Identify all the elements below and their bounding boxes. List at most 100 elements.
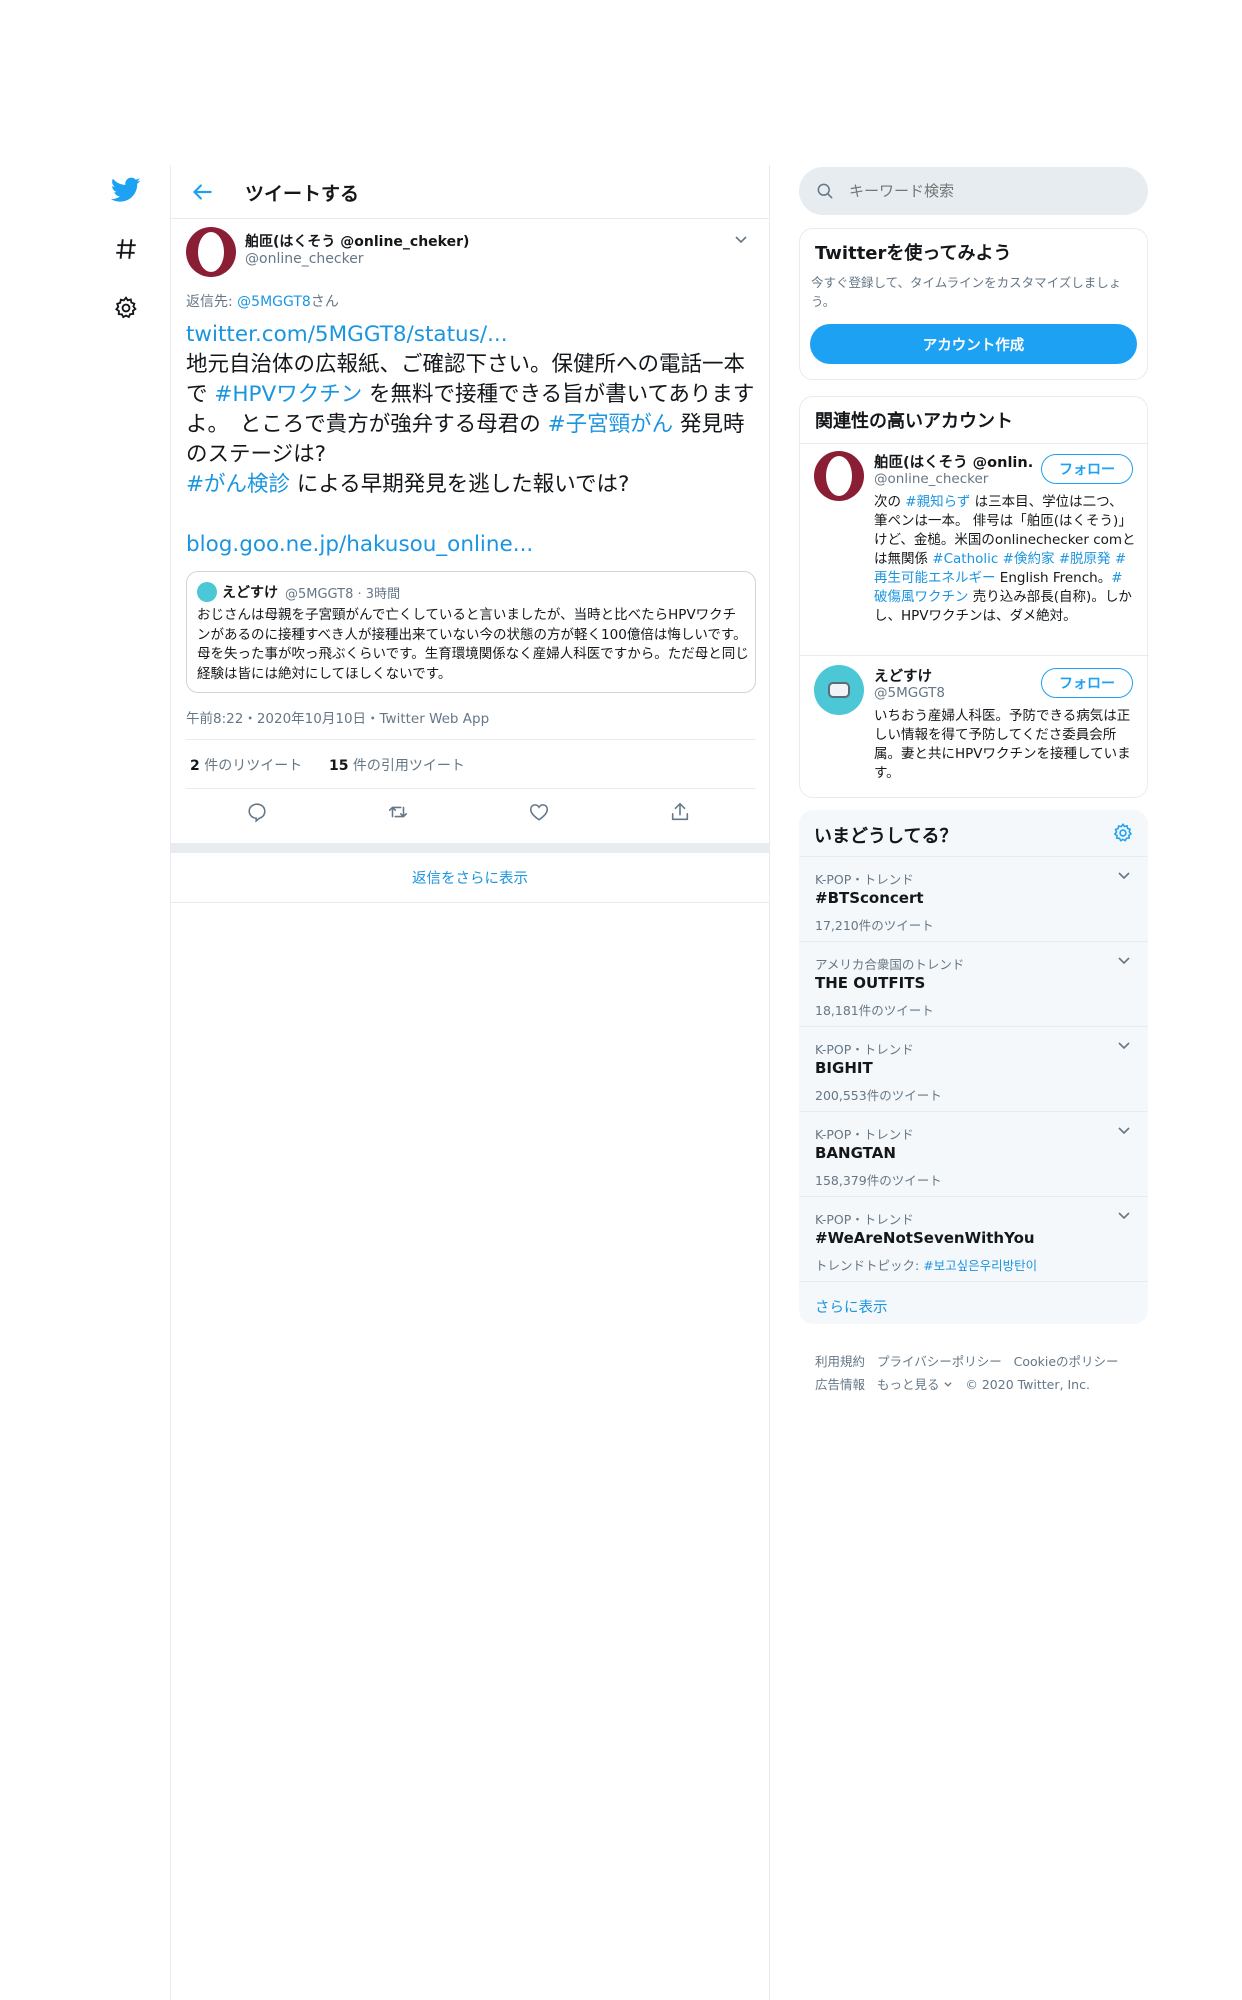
trend-item[interactable]: K-POP・トレンド BANGTAN 158,379件のツイート (799, 1112, 1148, 1197)
tweet-text: twitter.com/5MGGT8/status/... 地元自治体の広報紙、… (186, 322, 755, 557)
bio-text: 次の (874, 494, 906, 510)
chevron-down-icon[interactable] (1116, 867, 1132, 883)
footer-copyright: © 2020 Twitter, Inc. (965, 1377, 1090, 1392)
author-name[interactable]: 舶匝(はくそう @online_cheker) (245, 231, 469, 251)
chevron-down-icon[interactable] (1116, 1207, 1132, 1223)
avatar[interactable] (186, 227, 236, 277)
trends-card: いまどうしてる？ K-POP・トレンド #BTSconcert 17,210件の… (799, 810, 1148, 1324)
share-icon[interactable] (665, 797, 695, 827)
trend-meta: K-POP・トレンド (815, 872, 914, 887)
search-icon (815, 181, 835, 201)
signup-description: 今すぐ登録して、タイムラインをカスタマイズしましょう。 (811, 275, 1122, 309)
retweet-stat[interactable]: 2 件のリツイート (190, 755, 302, 775)
divider (800, 655, 1149, 656)
trend-meta: K-POP・トレンド (815, 1212, 914, 1227)
reply-icon[interactable] (242, 797, 272, 827)
divider (186, 739, 756, 740)
trend-count: 158,379件のツイート (815, 1173, 942, 1188)
footer-link-ads[interactable]: 広告情報 (815, 1377, 865, 1392)
hashtag-link[interactable]: #子宮頸がん (548, 412, 674, 437)
back-arrow-icon[interactable] (189, 179, 215, 205)
search-input[interactable] (849, 179, 1129, 203)
tweet-timestamp[interactable]: 午前8:22・2020年10月10日・Twitter Web App (186, 707, 489, 727)
account-bio: 次の #親知らず は三本目、学位は二つ、筆ペンは一本。 俳号は「舶匝(はくそう)… (874, 493, 1136, 626)
trend-item[interactable]: K-POP・トレンド BIGHIT 200,553件のツイート (799, 1027, 1148, 1112)
reply-to-line: 返信先: @5MGGT8さん (186, 294, 339, 310)
avatar-graphic (828, 682, 850, 698)
hashtag-link[interactable]: #HPVワクチン (214, 382, 362, 407)
divider (800, 443, 1149, 444)
footer-row: 利用規約 プライバシーポリシー Cookieのポリシー (815, 1350, 1119, 1373)
trend-item[interactable]: K-POP・トレンド #BTSconcert 17,210件のツイート (799, 857, 1148, 942)
section-separator (171, 843, 769, 853)
main-column: ツイートする 舶匝(はくそう @online_cheker) @online_c… (170, 165, 770, 2000)
chevron-down-icon[interactable] (1116, 1037, 1132, 1053)
signup-card: Twitterを使ってみよう 今すぐ登録して、タイムラインをカスタマイズしましょ… (799, 228, 1148, 380)
trend-item[interactable]: アメリカ合衆国のトレンド THE OUTFITS 18,181件のツイート (799, 942, 1148, 1027)
like-icon[interactable] (524, 797, 554, 827)
account-handle[interactable]: @online_checker (874, 471, 988, 487)
quote-avatar (197, 582, 217, 602)
quote-author-handle: @5MGGT8 · 3時間 (285, 587, 401, 602)
reply-to-handle[interactable]: @5MGGT8 (237, 294, 311, 310)
account-name[interactable]: 舶匝(はくそう @onlin... (874, 451, 1034, 472)
follow-button[interactable]: フォロー (1041, 454, 1133, 484)
account-bio: いちおう産婦人科医。予防できる病気は正しい情報を得て予防してくださ委員会所属。妻… (874, 708, 1131, 781)
search-box[interactable] (799, 167, 1148, 215)
create-account-button[interactable]: アカウント作成 (810, 324, 1137, 364)
gear-icon[interactable] (1112, 822, 1134, 844)
quote-text: おじさんは母親を子宮頸がんで亡くしていると言いましたが、当時と比べたらHPVワク… (197, 607, 749, 682)
trend-topic-link[interactable]: #보고싶은우리방탄이 (923, 1258, 1037, 1273)
footer-link-terms[interactable]: 利用規約 (815, 1354, 865, 1369)
follow-button[interactable]: フォロー (1041, 668, 1133, 698)
chevron-down-icon[interactable] (733, 231, 749, 247)
quote-stat[interactable]: 15 件の引用ツイート (329, 755, 465, 775)
footer-links: 利用規約 プライバシーポリシー Cookieのポリシー 広告情報 もっと見る ©… (815, 1350, 1119, 1396)
trend-count: 18,181件のツイート (815, 1003, 934, 1018)
hashtag-link[interactable]: #脱原発 (1059, 551, 1111, 567)
trend-count: 17,210件のツイート (815, 918, 934, 933)
quote-tweet[interactable]: えどすけ @5MGGT8 · 3時間 おじさんは母親を子宮頸がんで亡くしていると… (186, 571, 756, 693)
related-accounts-card: 関連性の高いアカウント 舶匝(はくそう @onlin... @online_ch… (799, 396, 1149, 798)
gear-icon[interactable] (110, 292, 142, 324)
trend-name: #BTSconcert (815, 889, 924, 907)
hashtag-icon[interactable] (110, 233, 142, 265)
trend-item[interactable]: K-POP・トレンド #WeAreNotSevenWithYou トレンドトピッ… (799, 1197, 1148, 1282)
author-handle[interactable]: @online_checker (245, 251, 364, 267)
show-more-replies-link[interactable]: 返信をさらに表示 (171, 853, 769, 903)
trend-meta: K-POP・トレンド (815, 1042, 914, 1057)
chevron-down-icon[interactable] (1116, 952, 1132, 968)
trend-name: THE OUTFITS (815, 974, 926, 992)
hashtag-link[interactable]: #親知らず (905, 494, 970, 510)
trends-title: いまどうしてる？ (814, 826, 958, 847)
tweet-link[interactable]: twitter.com/5MGGT8/status/... (186, 322, 508, 347)
trend-count: 200,553件のツイート (815, 1088, 942, 1103)
avatar[interactable] (814, 451, 864, 501)
trend-meta: K-POP・トレンド (815, 1127, 914, 1142)
account-handle[interactable]: @5MGGT8 (874, 685, 945, 701)
trend-meta: アメリカ合衆国のトレンド (815, 957, 965, 972)
trend-name: BIGHIT (815, 1059, 873, 1077)
blog-link[interactable]: blog.goo.ne.jp/hakusou_online... (186, 532, 533, 557)
signup-title: Twitterを使ってみよう (815, 243, 1012, 264)
quote-author-name: えどすけ (222, 585, 278, 601)
hashtag-link[interactable]: #Catholic (932, 551, 998, 567)
account-name[interactable]: えどすけ (874, 665, 932, 686)
twitter-bird-icon[interactable] (110, 174, 142, 206)
trend-name: #WeAreNotSevenWithYou (815, 1229, 1035, 1247)
trends-show-more-link[interactable]: さらに表示 (815, 1296, 888, 1317)
footer-link-more[interactable]: もっと見る (877, 1377, 954, 1392)
retweet-icon[interactable] (383, 797, 413, 827)
footer-link-privacy[interactable]: プライバシーポリシー (877, 1354, 1002, 1369)
chevron-down-icon[interactable] (1116, 1122, 1132, 1138)
avatar[interactable] (814, 665, 864, 715)
page-title: ツイートする (245, 183, 360, 205)
bio-text: English French。 (995, 570, 1112, 586)
footer-link-cookies[interactable]: Cookieのポリシー (1014, 1354, 1119, 1369)
hashtag-link[interactable]: #がん検診 (186, 472, 290, 497)
divider (186, 788, 756, 789)
page-header: ツイートする (171, 165, 769, 219)
hashtag-link[interactable]: #倹約家 (1003, 551, 1055, 567)
footer-row: 広告情報 もっと見る © 2020 Twitter, Inc. (815, 1373, 1119, 1396)
trend-count: トレンドトピック: #보고싶은우리방탄이 (815, 1258, 1038, 1273)
